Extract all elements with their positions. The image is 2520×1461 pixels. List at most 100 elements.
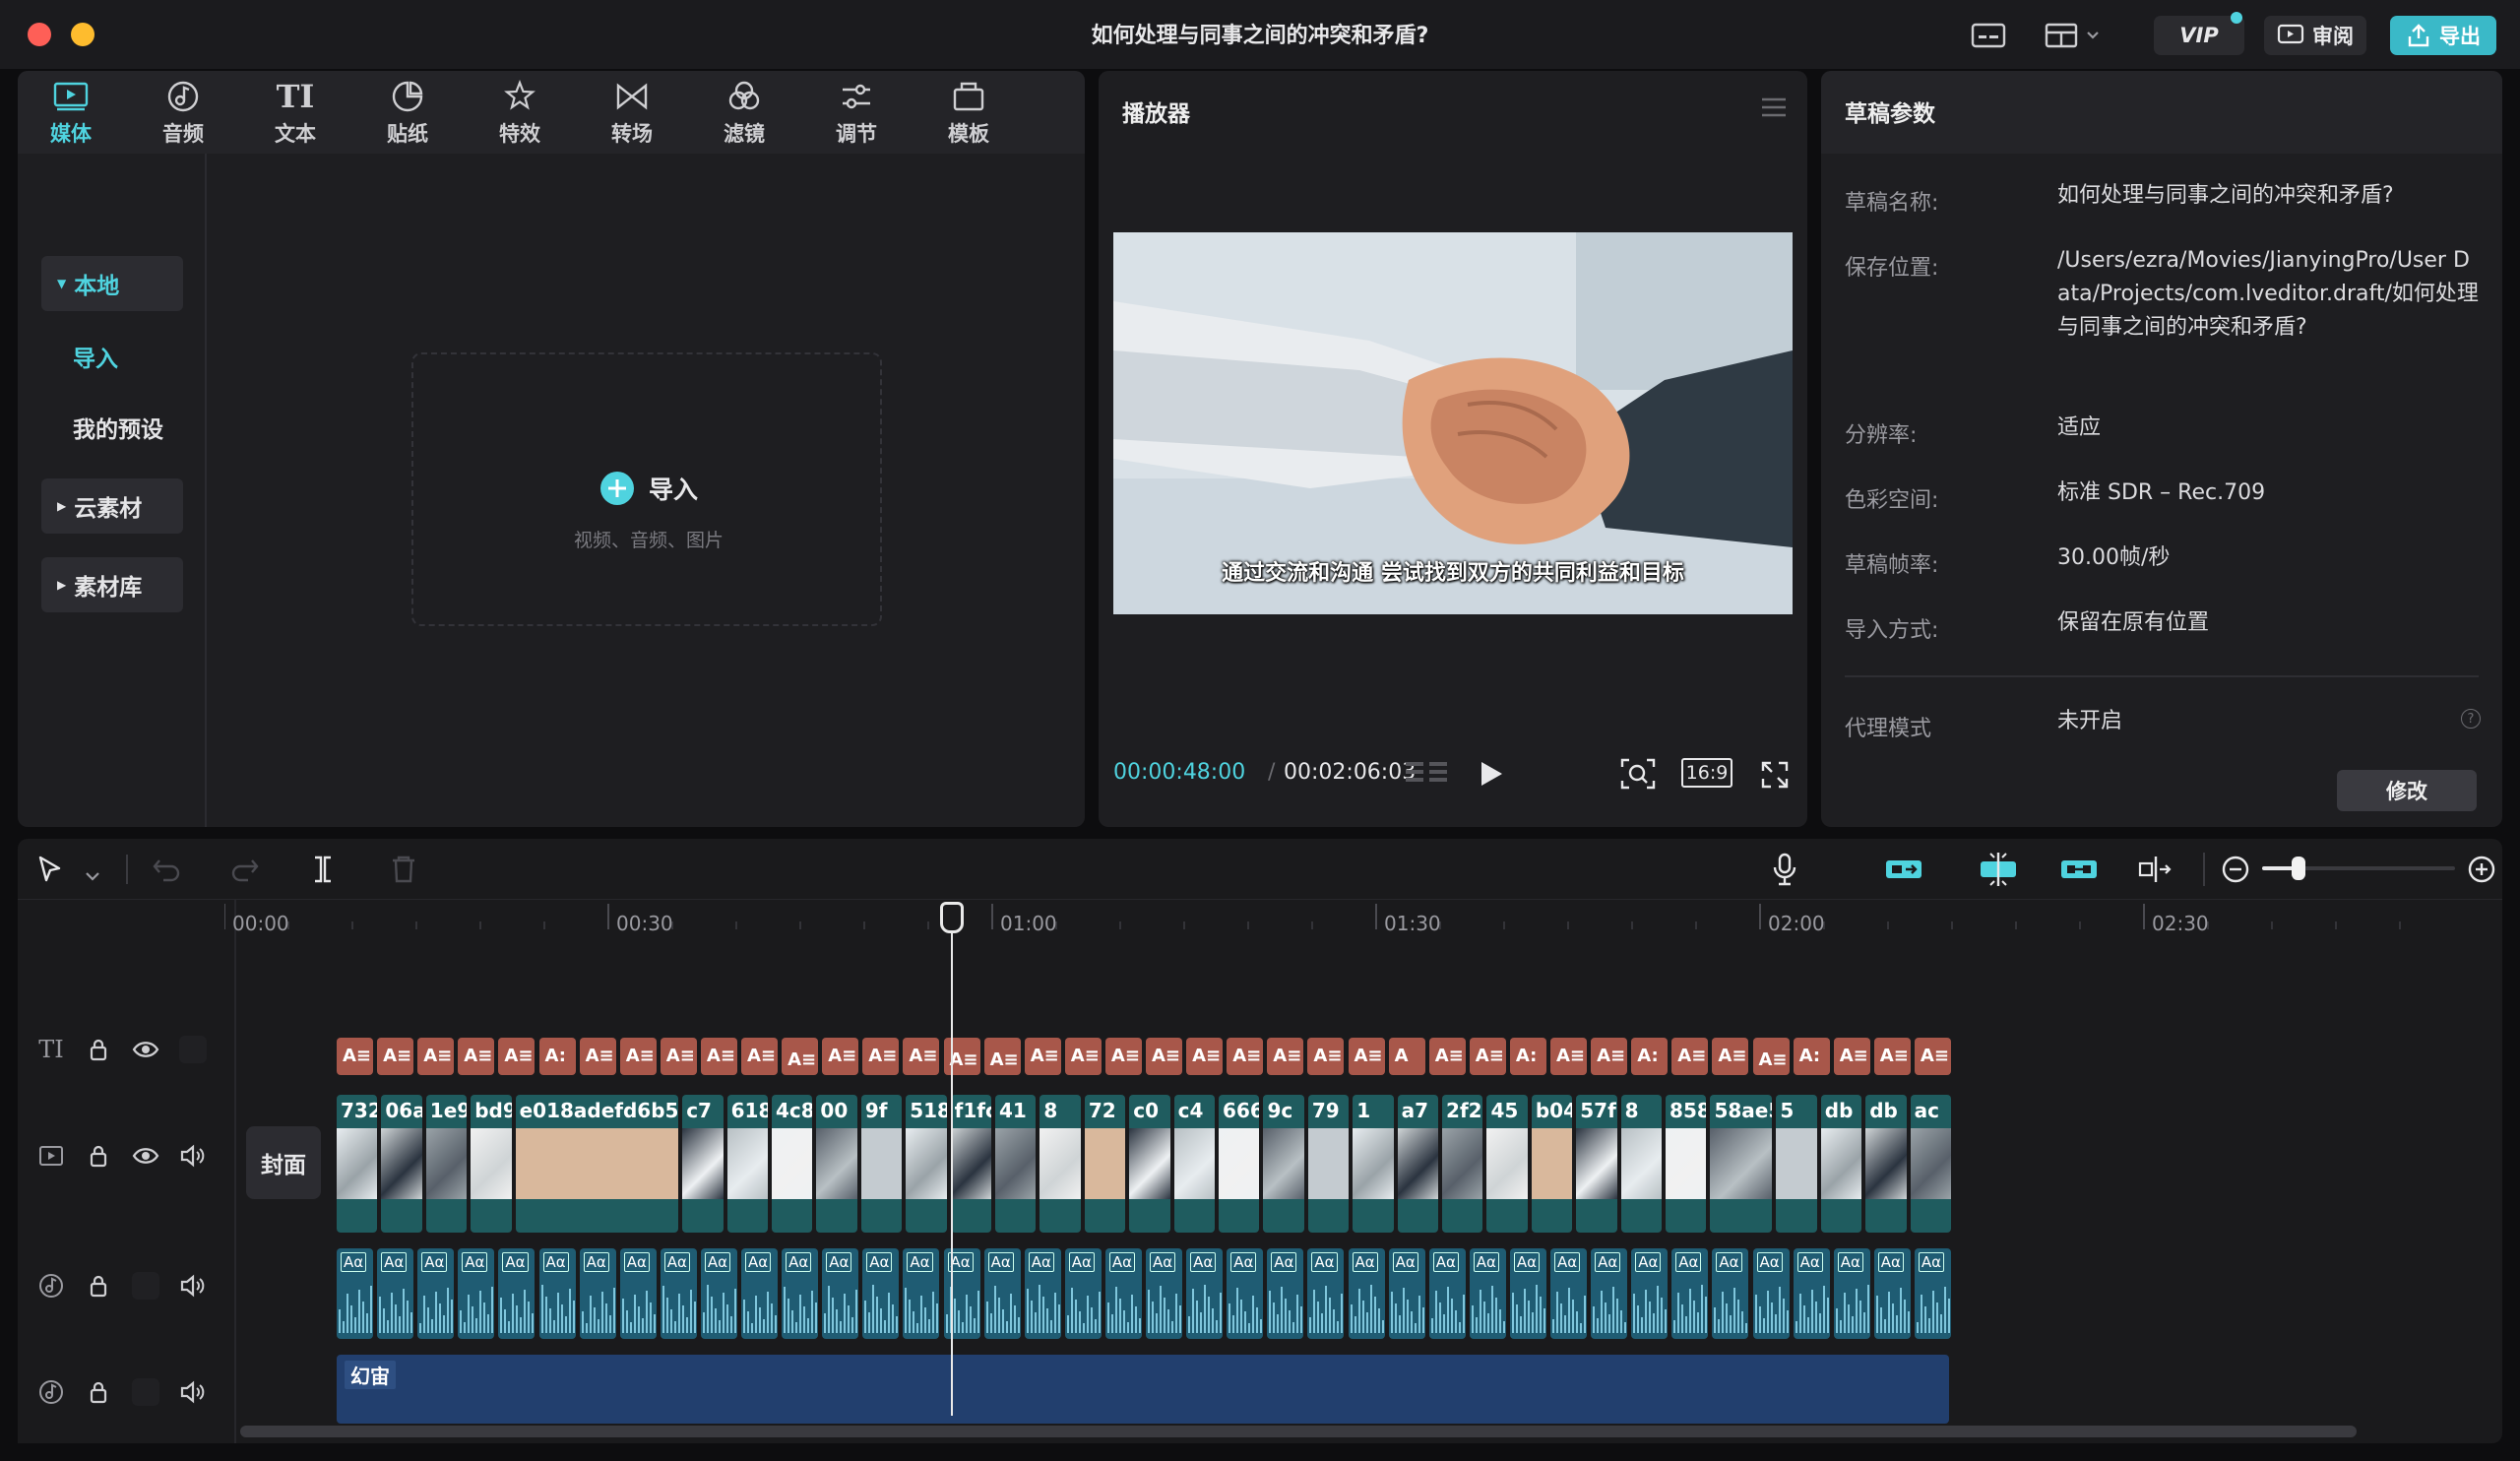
- sidebar-item-import[interactable]: 导入: [65, 329, 207, 384]
- text-clip[interactable]: A≡ 扌: [1752, 1038, 1790, 1075]
- video-clip[interactable]: c0: [1129, 1095, 1170, 1233]
- video-clip[interactable]: c7: [682, 1095, 724, 1233]
- zoom-out-button[interactable]: [2221, 855, 2250, 890]
- help-icon[interactable]: ?: [2461, 709, 2481, 729]
- lock-icon[interactable]: [85, 1142, 112, 1170]
- video-clip[interactable]: 79: [1307, 1095, 1350, 1233]
- cover-button[interactable]: 封面: [246, 1126, 321, 1199]
- video-clip[interactable]: 858: [1666, 1095, 1707, 1233]
- aspect-ratio-button[interactable]: 16:9: [1681, 758, 1732, 788]
- text-clip[interactable]: A≡: [1833, 1038, 1870, 1075]
- undo-button[interactable]: [152, 857, 181, 888]
- video-clip[interactable]: 41: [995, 1095, 1037, 1233]
- import-dropzone[interactable]: 导入 视频、音频、图片: [411, 352, 882, 626]
- video-clip[interactable]: 8: [1040, 1095, 1081, 1233]
- audio-clip[interactable]: Aα: [1671, 1248, 1709, 1339]
- eye-icon[interactable]: [132, 1142, 159, 1170]
- audio-clip[interactable]: Aα: [619, 1248, 657, 1339]
- tab-filter[interactable]: 滤镜: [695, 79, 793, 150]
- zoom-slider-thumb[interactable]: [2292, 857, 2305, 880]
- video-preview[interactable]: 通过交流和沟通 尝试找到双方的共同利益和目标: [1113, 232, 1793, 614]
- record-voice-button[interactable]: [1772, 853, 1797, 892]
- text-clip[interactable]: A≡ 7: [417, 1038, 455, 1075]
- video-clip[interactable]: ac: [1910, 1095, 1951, 1233]
- video-clip[interactable]: 58ae5ebc: [1710, 1095, 1773, 1233]
- audio-clip[interactable]: Aα: [1064, 1248, 1102, 1339]
- export-button[interactable]: 导出: [2390, 16, 2496, 55]
- video-clip[interactable]: 45: [1486, 1095, 1528, 1233]
- timeline-ruler[interactable]: 00:00 00:30 01:00 01:30 02:00 02:30: [224, 900, 2488, 959]
- layout-switch-icon[interactable]: [2038, 16, 2107, 55]
- video-clip[interactable]: 72: [1084, 1095, 1126, 1233]
- text-clip[interactable]: A≡: [1307, 1038, 1345, 1075]
- tab-effects[interactable]: 特效: [471, 79, 569, 150]
- audio-clip[interactable]: Aα: [700, 1248, 737, 1339]
- audio-clip[interactable]: Aα: [1752, 1248, 1790, 1339]
- vip-button[interactable]: VIP: [2154, 12, 2244, 55]
- text-clip[interactable]: A≡: [1469, 1038, 1506, 1075]
- video-clip[interactable]: 2f2: [1442, 1095, 1483, 1233]
- audio-clip[interactable]: Aα: [822, 1248, 859, 1339]
- text-clip[interactable]: A: [1388, 1038, 1425, 1075]
- text-clip[interactable]: A≡ :: [660, 1038, 697, 1075]
- video-clip[interactable]: db: [1865, 1095, 1907, 1233]
- text-clip[interactable]: A≡: [1104, 1038, 1142, 1075]
- text-clip[interactable]: A≡: [1227, 1038, 1264, 1075]
- video-clip[interactable]: 732: [337, 1095, 378, 1233]
- text-clip[interactable]: A:: [1793, 1038, 1830, 1075]
- text-clip[interactable]: A:: [1631, 1038, 1669, 1075]
- video-clip[interactable]: 4c88: [772, 1095, 813, 1233]
- text-clip[interactable]: A≡: [1428, 1038, 1466, 1075]
- text-clip[interactable]: A≡ :: [1550, 1038, 1588, 1075]
- audio-clip[interactable]: Aα: [1104, 1248, 1142, 1339]
- audio-clip[interactable]: Aα: [1873, 1248, 1911, 1339]
- modify-button[interactable]: 修改: [2337, 770, 2477, 811]
- audio-clip[interactable]: Aα: [1227, 1248, 1264, 1339]
- text-clip[interactable]: A≡: [1186, 1038, 1224, 1075]
- video-clip[interactable]: b04: [1531, 1095, 1573, 1233]
- text-clip[interactable]: A≡: [1591, 1038, 1628, 1075]
- text-clip[interactable]: A≡: [1914, 1038, 1951, 1075]
- audio-clip[interactable]: Aα: [1307, 1248, 1345, 1339]
- linkage-button[interactable]: [2057, 855, 2101, 890]
- split-button[interactable]: [309, 855, 337, 890]
- video-clip[interactable]: 66690: [1219, 1095, 1260, 1233]
- video-clip[interactable]: 57f: [1576, 1095, 1617, 1233]
- video-clip[interactable]: 1: [1353, 1095, 1394, 1233]
- sidebar-item-cloud[interactable]: ▶ 云素材: [41, 478, 183, 534]
- music-clip[interactable]: 幻宙: [337, 1355, 1949, 1424]
- text-clip[interactable]: A≡ 以: [983, 1038, 1021, 1075]
- text-clip[interactable]: A≡: [1267, 1038, 1304, 1075]
- video-clip[interactable]: 9f: [860, 1095, 903, 1233]
- video-clip[interactable]: a7: [1397, 1095, 1439, 1233]
- audio-clip[interactable]: Aα: [903, 1248, 940, 1339]
- tab-template[interactable]: 模板: [919, 79, 1018, 150]
- timeline-scrollbar[interactable]: [240, 1426, 2357, 1437]
- sidebar-item-local[interactable]: ▼ 本地: [41, 256, 183, 311]
- tab-sticker[interactable]: 贴纸: [358, 79, 457, 150]
- audio-clip[interactable]: Aα: [741, 1248, 779, 1339]
- video-clip[interactable]: bd9: [471, 1095, 512, 1233]
- review-button[interactable]: 审阅: [2264, 16, 2366, 55]
- text-clip[interactable]: A≡: [741, 1038, 779, 1075]
- text-clip[interactable]: A≡: [903, 1038, 940, 1075]
- text-clip[interactable]: A≡: [1348, 1038, 1385, 1075]
- tab-media[interactable]: 媒体: [22, 79, 120, 150]
- text-clip[interactable]: A≡: [1146, 1038, 1183, 1075]
- audio-clip[interactable]: Aα: [782, 1248, 819, 1339]
- audio-clip[interactable]: Aα: [498, 1248, 536, 1339]
- audio-clip[interactable]: Aα: [377, 1248, 414, 1339]
- video-clip[interactable]: 00: [816, 1095, 857, 1233]
- select-tool-button[interactable]: [35, 855, 65, 890]
- audio-clip[interactable]: Aα: [1186, 1248, 1224, 1339]
- text-clip[interactable]: A≡: [498, 1038, 536, 1075]
- lock-icon[interactable]: [85, 1036, 112, 1063]
- text-clip[interactable]: A≡ :: [619, 1038, 657, 1075]
- video-clip[interactable]: db: [1820, 1095, 1862, 1233]
- text-clip[interactable]: A≡ 追: [943, 1038, 980, 1075]
- audio-clip[interactable]: Aα: [1550, 1248, 1588, 1339]
- audio-clip[interactable]: Aα: [1267, 1248, 1304, 1339]
- lock-icon[interactable]: [85, 1272, 112, 1300]
- tab-text[interactable]: TI 文本: [246, 78, 345, 150]
- audio-clip[interactable]: Aα: [862, 1248, 900, 1339]
